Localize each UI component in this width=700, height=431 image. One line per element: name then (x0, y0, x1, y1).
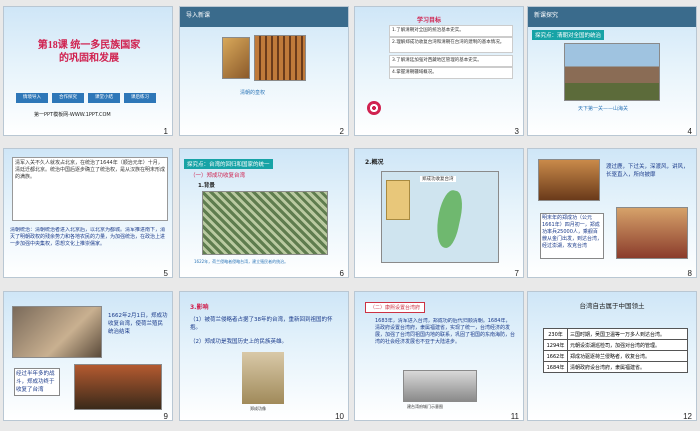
slide-number: 7 (514, 269, 519, 278)
table-row: 1662年 郑成功驱逐荷兰侵略者，收复台湾。 (543, 350, 688, 362)
goal-2: 2.理解郑成功收复台湾和清朝在台湾的建制的基本情况。 (389, 37, 513, 53)
slide-6-subheading-2: 1.背景 (198, 183, 215, 189)
slide-number: 9 (163, 412, 168, 421)
slide-1-footer: 第一PPT模板网-WWW.1PPT.COM (34, 112, 111, 118)
nav-button-1[interactable]: 情境导入 (16, 93, 48, 103)
event-cell: 元朝设澎湖巡检司，加强对台湾的管理。 (567, 339, 688, 351)
slide-5-paragraph: 清军入关不久人就攻占北京，在统治了1644年（顺治元年）十月，清廷迁都北京。统治… (12, 157, 168, 221)
goal-1: 1.了解清朝对全国的统治基本史实。 (389, 25, 513, 37)
slide-6-subheading: （一）郑成功收复台湾 (190, 173, 246, 179)
slide-number: 6 (339, 269, 344, 278)
event-cell: 三国时期，吴国卫温等一万多人到达台湾。 (567, 328, 688, 340)
slide-thumbnail-2[interactable]: 导入新课 清朝的皇权 2 (179, 6, 349, 136)
slide-header-bar: 导入新课 (180, 7, 348, 27)
taiwan-landscape-image (202, 191, 328, 255)
slide-6-caption: 1622年，荷兰侵略者侵略台湾，建立殖民者的统治。 (194, 259, 289, 264)
slide-thumbnail-5[interactable]: 清军入关不久人就攻占北京，在统治了1644年（顺治元年）十月，清廷迁都北京。统治… (3, 148, 173, 278)
taiwan-map: 郑成功收复台湾 (381, 171, 499, 263)
nav-button-2[interactable]: 合作探究 (52, 93, 84, 103)
slide-11-paragraph: 1683年，清军进入台湾，郑成功的后代归顺清朝。1684年，清政府设置台湾府，隶… (375, 318, 515, 345)
slide-thumbnail-6[interactable]: 探究点：台湾的回归和国家的统一 （一）郑成功收复台湾 1.背景 1622年，荷兰… (179, 148, 349, 278)
slide-1-title: 第18课 统一多民族国家 的巩固和发展 (14, 39, 164, 65)
slide-thumbnail-11[interactable]: （二）康熙设置台湾府 1683年，清军进入台湾，郑成功的后代归顺清朝。1684年… (354, 291, 524, 421)
table-row: 230年 三国时期，吴国卫温等一万多人到达台湾。 (543, 328, 688, 340)
title-line-2: 的巩固和发展 (59, 53, 119, 64)
slide-4-caption: 天下第一关——山海关 (578, 106, 629, 112)
header-text: 新课探究 (534, 12, 559, 19)
map-legend-title: 郑成功收复台湾 (420, 176, 456, 182)
slide-9-text-1: 1662年2月1日，郑成功收复台湾，使荷兰殖民统治结束 (108, 313, 168, 335)
slide-10-point-1: （1）被荷兰侵略者占据了38年的台湾，重新回到祖国的怀抱。 (190, 317, 333, 331)
event-cell: 清朝政府设台湾府，隶属福建省。 (567, 361, 688, 373)
slide-sorter-grid: 第18课 统一多民族国家 的巩固和发展 情境导入 合作探究 课堂小结 课后练习 … (0, 0, 700, 431)
slide-number: 3 (514, 127, 519, 136)
jade-seal-image (222, 37, 250, 79)
nav-button-4[interactable]: 课后练习 (124, 93, 156, 103)
bamboo-slips-image (254, 35, 306, 81)
slide-thumbnail-1[interactable]: 第18课 统一多民族国家 的巩固和发展 情境导入 合作探究 课堂小结 课后练习 … (3, 6, 173, 136)
slide-7-heading: 2.概况 (365, 159, 384, 166)
slide-header-bar: 新课探究 (528, 7, 696, 27)
surrender-painting (12, 306, 102, 358)
taiwan-history-table: 230年 三国时期，吴国卫温等一万多人到达台湾。 1294年 元朝设澎湖巡检司，加强… (543, 328, 688, 373)
slide-thumbnail-8[interactable]: 渡过鹿，下过关，深渡风，讲风，长驱直入，所向披靡 明末年的郑成功（公元1661年… (527, 148, 697, 278)
slide-thumbnail-3[interactable]: 学习目标 1.了解清朝对全国的统治基本史实。 2.理解郑成功收复台湾和清朝在台湾… (354, 6, 524, 136)
slide-number: 5 (163, 269, 168, 278)
slide-number: 11 (510, 412, 519, 421)
slide-8-text-1: 渡过鹿，下过关，深渡风，讲风，长驱直入，所向披靡 (606, 164, 689, 178)
slide-5-note: 清朝统治：清朝统治者进入北京后，以北京为都城。清军推进南下，消灭了明朝政权的残余… (10, 227, 166, 247)
slide-thumbnail-9[interactable]: 1662年2月1日，郑成功收复台湾，使荷兰殖民统治结束 经过半年多的战斗，郑成功… (3, 291, 173, 421)
header-text: 导入新课 (186, 12, 211, 19)
slide-10-point-2: （2）郑成功是我国历史上的民族英雄。 (190, 339, 288, 345)
table-row: 1684年 清朝政府设台湾府，隶属福建省。 (543, 361, 688, 373)
slide-11-caption: 建台湾府城门示意图 (407, 404, 443, 409)
year-cell: 230年 (543, 328, 568, 340)
slide-number: 8 (687, 269, 692, 278)
target-icon (367, 101, 381, 115)
slide-thumbnail-4[interactable]: 新课探究 探究点：清朝对全国的统治 天下第一关——山海关 4 (527, 6, 697, 136)
slide-8-text-2: 明末年的郑成功（公元1661年）四月初一，郑成功率兵25000人，乘舰百艘从金门… (540, 213, 604, 259)
year-cell: 1684年 (543, 361, 568, 373)
slide-number: 12 (683, 412, 692, 421)
battle-painting-1 (538, 159, 600, 201)
year-cell: 1662年 (543, 350, 568, 362)
battle-painting-2 (616, 207, 688, 259)
year-cell: 1294年 (543, 339, 568, 351)
slide-12-title: 台湾自古属于中国领土 (579, 302, 645, 310)
event-cell: 郑成功驱逐荷兰侵略者，收复台湾。 (567, 350, 688, 362)
slide-9-text-2: 经过半年多的战斗，郑成功终于收复了台湾 (14, 368, 60, 396)
slide-number: 4 (687, 127, 692, 136)
slide-11-tag: （二）康熙设置台湾府 (365, 302, 426, 313)
slide-number: 2 (339, 127, 344, 136)
slide-6-tag: 探究点：台湾的回归和国家的统一 (184, 159, 273, 169)
battle-scene-image (74, 364, 162, 410)
slide-number: 10 (335, 412, 344, 421)
slide-thumbnail-10[interactable]: 3.影响 （1）被荷兰侵略者占据了38年的台湾，重新回到祖国的怀抱。 （2）郑成… (179, 291, 349, 421)
slide-10-caption: 郑成功像 (250, 406, 266, 411)
goal-4: 4.掌握清朝疆域概况。 (389, 67, 513, 79)
taiwan-island-shape (432, 188, 466, 250)
nav-button-3[interactable]: 课堂小结 (88, 93, 120, 103)
table-row: 1294年 元朝设澎湖巡检司，加强对台湾的管理。 (543, 339, 688, 351)
slide-thumbnail-7[interactable]: 2.概况 郑成功收复台湾 7 (354, 148, 524, 278)
shanhai-pass-image (564, 43, 660, 101)
title-line-1: 第18课 统一多民族国家 (37, 40, 141, 51)
slide-10-heading: 3.影响 (190, 304, 209, 311)
city-gate-image (403, 370, 477, 402)
goal-3: 3.了解清廷加强对西藏地区管理的基本史实。 (389, 55, 513, 67)
zheng-chenggong-portrait (242, 352, 284, 404)
mainland-shape (386, 180, 410, 220)
slide-thumbnail-12[interactable]: 台湾自古属于中国领土 230年 三国时期，吴国卫温等一万多人到达台湾。 1294年… (527, 291, 697, 421)
slide-3-heading: 学习目标 (417, 17, 442, 24)
slide-number: 1 (163, 127, 168, 136)
slide-4-tag: 探究点：清朝对全国的统治 (532, 30, 605, 40)
slide-2-caption: 清朝的皇权 (240, 90, 266, 96)
